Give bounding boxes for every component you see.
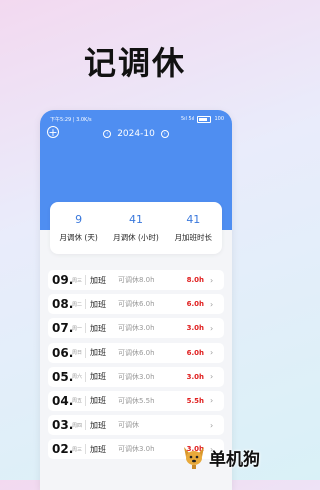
divider (85, 323, 86, 334)
phone-screen: 下午5:29 | 3.0K/s 5ıl 5ıl 100 + ‹ 2024-10 … (40, 110, 232, 490)
record-type: 加班 (90, 323, 106, 333)
record-weekday: 周三 (72, 277, 83, 284)
record-comp: 可调休 (118, 421, 139, 430)
record-weekday: 周一 (72, 325, 83, 332)
record-row[interactable]: 06. 周日 加班 可调休6.0h 6.0h › (48, 342, 224, 363)
status-bar: 下午5:29 | 3.0K/s 5ıl 5ıl 100 (50, 114, 224, 124)
divider (85, 275, 86, 285)
record-type: 加班 (90, 299, 106, 309)
stat-monthly-days: 9 月调休 (天) (50, 202, 107, 254)
record-type: 加班 (90, 372, 106, 382)
record-hours: 6.0h (186, 348, 204, 357)
stat-value: 9 (75, 213, 83, 226)
record-weekday: 周三 (72, 446, 83, 453)
stat-label: 月调休 (小时) (113, 233, 159, 242)
record-comp: 可调休6.0h (118, 348, 155, 357)
record-row[interactable]: 09. 周三 加班 可调休8.0h 8.0h › (48, 270, 224, 290)
record-comp: 可调休6.0h (118, 300, 155, 309)
record-row[interactable]: 08. 周二 加班 可调休6.0h 6.0h › (48, 294, 224, 315)
record-weekday: 周日 (72, 350, 83, 357)
record-day: 09. (52, 273, 74, 287)
prev-month-button[interactable]: ‹ (103, 130, 112, 138)
battery-level: 100 (214, 116, 224, 122)
record-row[interactable]: 03. 周四 加班 可调休 › (48, 415, 224, 436)
stats-card: 9 月调休 (天) 41 月调休 (小时) 41 月加班时长 (50, 202, 222, 254)
divider (85, 299, 86, 310)
record-row[interactable]: 05. 周六 加班 可调休3.0h 3.0h › (48, 366, 224, 387)
divider (85, 371, 86, 382)
divider (85, 420, 86, 431)
record-hours: 6.0h (186, 300, 204, 309)
month-navigator: ‹ 2024-10 › (40, 129, 232, 139)
record-type: 加班 (90, 396, 106, 406)
record-weekday: 周六 (72, 374, 83, 381)
stat-monthly-hours: 41 月调休 (小时) (107, 202, 164, 254)
divider (85, 444, 86, 455)
chevron-right-icon: › (210, 372, 214, 382)
record-day: 06. (52, 345, 74, 360)
watermark-text: 单机狗 (209, 449, 260, 470)
current-month[interactable]: 2024-10 (117, 129, 155, 139)
chevron-right-icon: › (210, 275, 214, 285)
record-day: 07. (52, 321, 74, 336)
record-weekday: 周五 (72, 398, 83, 405)
next-month-button[interactable]: › (160, 130, 169, 138)
battery-icon (197, 115, 212, 123)
chevron-right-icon: › (210, 323, 214, 333)
status-time: 下午5:29 | 3.0K/s (50, 116, 92, 123)
record-weekday: 周二 (72, 301, 83, 308)
chevron-right-icon: › (210, 299, 214, 309)
record-type: 加班 (90, 444, 106, 454)
record-list: 09. 周三 加班 可调休8.0h 8.0h › 08. 周二 加班 可调休6.… (48, 270, 224, 464)
chevron-right-icon: › (210, 396, 214, 406)
watermark: 单机狗 (181, 444, 260, 470)
divider (85, 395, 86, 406)
record-weekday: 周四 (72, 422, 83, 429)
divider (85, 347, 86, 358)
record-comp: 可调休3.0h (118, 324, 155, 333)
record-comp: 可调休3.0h (118, 445, 155, 454)
record-type: 加班 (90, 348, 106, 358)
chevron-right-icon: › (210, 348, 214, 358)
stat-monthly-overtime: 41 月加班时长 (165, 202, 222, 254)
record-comp: 可调休8.0h (118, 276, 155, 284)
dog-mascot-icon (184, 447, 204, 469)
record-row[interactable]: 04. 周五 加班 可调休5.5h 5.5h › (48, 390, 224, 411)
record-hours: 8.0h (186, 276, 204, 284)
stat-label: 月加班时长 (174, 233, 213, 242)
record-row[interactable]: 07. 周一 加班 可调休3.0h 3.0h › (48, 318, 224, 339)
stat-value: 41 (186, 213, 201, 226)
record-hours: 5.5h (186, 396, 204, 405)
signal-icon: 5ıl 5ıl (180, 116, 195, 122)
record-type: 加班 (90, 420, 106, 430)
record-day: 05. (52, 369, 74, 384)
record-hours: 3.0h (186, 372, 204, 381)
stat-value: 41 (128, 213, 143, 226)
record-hours: 3.0h (186, 324, 204, 333)
record-comp: 可调休5.5h (118, 396, 155, 405)
chevron-right-icon: › (210, 420, 214, 430)
record-day: 08. (52, 297, 74, 312)
record-day: 04. (52, 393, 74, 408)
record-day: 02. (52, 442, 74, 457)
stat-label: 月调休 (天) (59, 233, 98, 242)
record-comp: 可调休3.0h (118, 372, 155, 381)
record-type: 加班 (90, 275, 106, 285)
page-title: 记调休 (83, 44, 186, 82)
record-day: 03. (52, 418, 74, 433)
